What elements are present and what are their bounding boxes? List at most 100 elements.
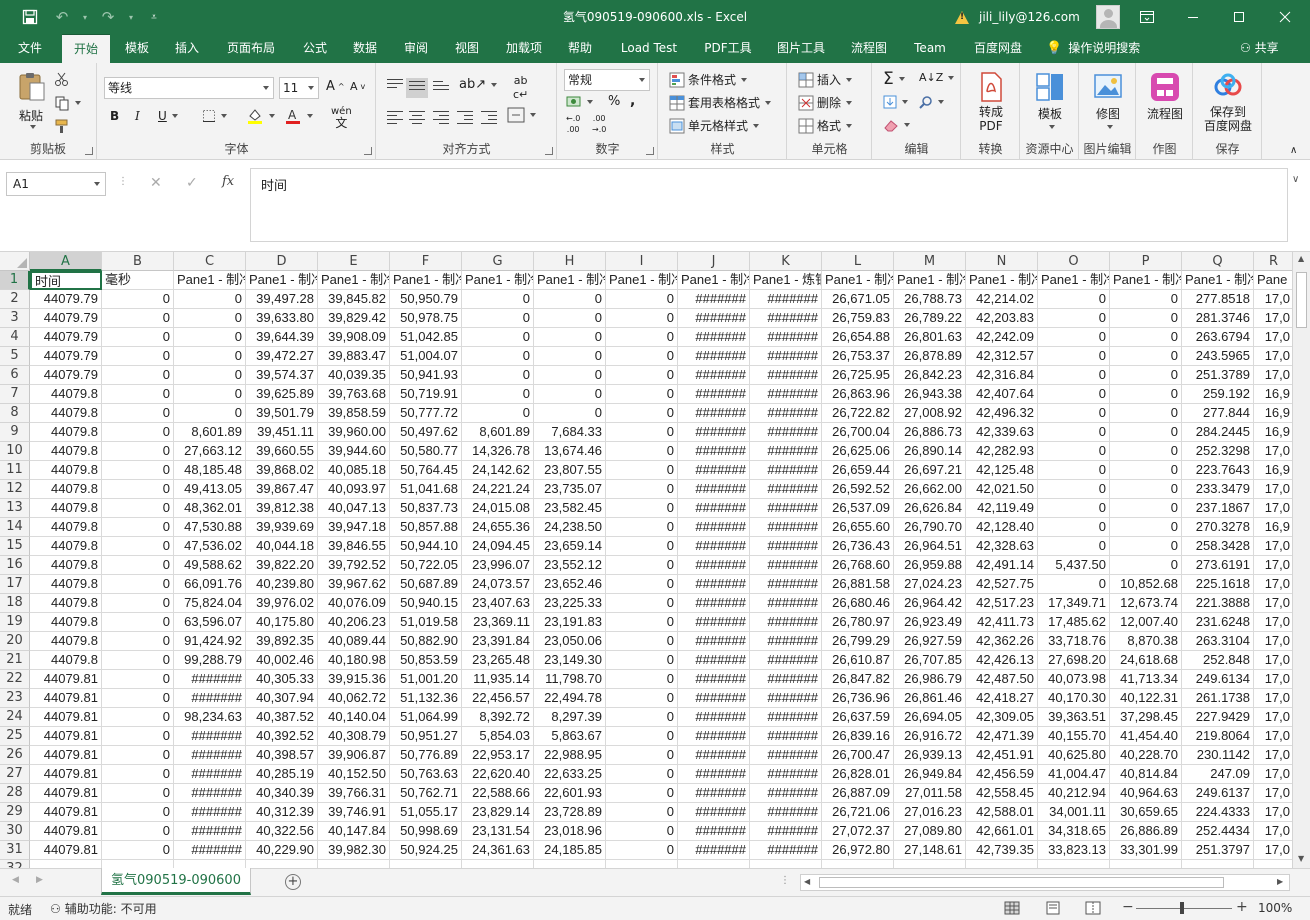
data-cell[interactable]: 24,142.62 [462, 461, 534, 480]
data-cell[interactable]: 0 [102, 537, 174, 556]
data-cell[interactable]: 42,426.13 [966, 651, 1038, 670]
maximize-icon[interactable] [1216, 0, 1262, 34]
row-header[interactable]: 31 [0, 841, 30, 860]
data-cell[interactable]: 26,725.95 [822, 366, 894, 385]
data-cell[interactable]: 42,021.50 [966, 480, 1038, 499]
data-cell[interactable]: 42,661.01 [966, 822, 1038, 841]
dialog-launcher-icon[interactable] [364, 147, 372, 155]
data-cell[interactable]: 0 [1110, 290, 1182, 309]
data-cell[interactable]: 16,9 [1254, 461, 1294, 480]
data-cell[interactable]: 44079.81 [30, 803, 102, 822]
data-cell[interactable]: 0 [102, 708, 174, 727]
data-cell[interactable] [966, 860, 1038, 868]
data-cell[interactable]: 0 [606, 309, 678, 328]
data-cell[interactable]: 23,149.30 [534, 651, 606, 670]
data-cell[interactable]: 40,625.80 [1038, 746, 1110, 765]
data-cell[interactable]: 50,950.79 [390, 290, 462, 309]
data-cell[interactable]: 50,719.91 [390, 385, 462, 404]
header-cell[interactable]: Pane1 - 制冷 [1110, 271, 1182, 290]
column-header[interactable]: M [894, 252, 966, 271]
data-cell[interactable]: 27,089.80 [894, 822, 966, 841]
name-box[interactable]: A1 [6, 172, 106, 196]
data-cell[interactable]: ####### [750, 556, 822, 575]
data-cell[interactable]: 23,728.89 [534, 803, 606, 822]
data-cell[interactable]: ####### [174, 689, 246, 708]
data-cell[interactable]: ####### [174, 765, 246, 784]
data-cell[interactable]: 0 [1038, 423, 1110, 442]
row-header[interactable]: 4 [0, 328, 30, 347]
data-cell[interactable]: 16,9 [1254, 423, 1294, 442]
data-cell[interactable]: ####### [750, 575, 822, 594]
data-cell[interactable]: 0 [1038, 518, 1110, 537]
data-cell[interactable]: 44079.8 [30, 575, 102, 594]
tab-flowchart[interactable]: 流程图 [843, 34, 895, 63]
data-cell[interactable]: 26,839.16 [822, 727, 894, 746]
data-cell[interactable]: 0 [102, 689, 174, 708]
data-cell[interactable]: 0 [606, 689, 678, 708]
paste-button[interactable]: 粘贴 [14, 71, 48, 135]
next-sheet-icon[interactable]: ▶ [36, 875, 43, 885]
header-cell[interactable]: Pane1 - 制冷 [1038, 271, 1110, 290]
data-cell[interactable]: 0 [606, 499, 678, 518]
data-cell[interactable]: 41,004.47 [1038, 765, 1110, 784]
data-cell[interactable]: 24,073.57 [462, 575, 534, 594]
data-cell[interactable]: 51,019.58 [390, 613, 462, 632]
wrap-text-icon[interactable]: ab c↵ [513, 75, 528, 100]
data-cell[interactable]: 40,039.35 [318, 366, 390, 385]
data-cell[interactable]: ####### [678, 537, 750, 556]
data-cell[interactable]: 66,091.76 [174, 575, 246, 594]
data-cell[interactable]: ####### [678, 841, 750, 860]
data-cell[interactable] [462, 860, 534, 868]
data-cell[interactable]: ####### [678, 670, 750, 689]
format-cells-button[interactable]: 格式 [798, 117, 853, 134]
column-header[interactable]: Q [1182, 252, 1254, 271]
data-cell[interactable]: 247.09 [1182, 765, 1254, 784]
align-right-icon[interactable] [433, 111, 449, 125]
data-cell[interactable]: 42,203.83 [966, 309, 1038, 328]
data-cell[interactable]: 0 [1038, 442, 1110, 461]
data-cell[interactable]: 26,592.52 [822, 480, 894, 499]
data-cell[interactable]: ####### [678, 746, 750, 765]
vertical-scroll-thumb[interactable] [1296, 272, 1307, 328]
tab-team[interactable]: Team [906, 34, 954, 63]
data-cell[interactable] [174, 860, 246, 868]
data-cell[interactable]: 40,228.70 [1110, 746, 1182, 765]
redo-dropdown-icon[interactable]: ▾ [124, 0, 138, 34]
row-header[interactable]: 22 [0, 670, 30, 689]
data-cell[interactable]: 24,094.45 [462, 537, 534, 556]
page-layout-view-icon[interactable] [1045, 901, 1061, 915]
data-cell[interactable]: 51,001.20 [390, 670, 462, 689]
data-cell[interactable]: 39,915.36 [318, 670, 390, 689]
data-cell[interactable]: 0 [1038, 385, 1110, 404]
data-cell[interactable]: 44079.81 [30, 689, 102, 708]
data-cell[interactable]: 0 [102, 290, 174, 309]
column-header[interactable]: G [462, 252, 534, 271]
data-cell[interactable]: 252.4434 [1182, 822, 1254, 841]
data-cell[interactable]: 39,660.55 [246, 442, 318, 461]
data-cell[interactable]: 39,633.80 [246, 309, 318, 328]
tab-page-layout[interactable]: 页面布局 [218, 34, 284, 63]
templates-button[interactable]: 模板 [1021, 69, 1079, 137]
data-cell[interactable]: 0 [606, 556, 678, 575]
data-cell[interactable]: 50,497.62 [390, 423, 462, 442]
data-cell[interactable]: 225.1618 [1182, 575, 1254, 594]
data-cell[interactable]: 0 [102, 347, 174, 366]
data-cell[interactable]: 44079.8 [30, 423, 102, 442]
data-cell[interactable]: 50,687.89 [390, 575, 462, 594]
data-cell[interactable]: 42,128.40 [966, 518, 1038, 537]
data-cell[interactable]: 0 [1110, 366, 1182, 385]
data-cell[interactable]: 17,0 [1254, 670, 1294, 689]
data-cell[interactable]: 26,625.06 [822, 442, 894, 461]
data-cell[interactable]: ####### [750, 727, 822, 746]
data-cell[interactable]: 26,659.44 [822, 461, 894, 480]
data-cell[interactable]: 0 [1038, 404, 1110, 423]
data-cell[interactable]: 230.1142 [1182, 746, 1254, 765]
data-cell[interactable]: 39,883.47 [318, 347, 390, 366]
data-cell[interactable]: 50,857.88 [390, 518, 462, 537]
data-cell[interactable]: 0 [1038, 366, 1110, 385]
data-cell[interactable]: 22,953.17 [462, 746, 534, 765]
data-cell[interactable]: 26,637.59 [822, 708, 894, 727]
data-cell[interactable]: 11,798.70 [534, 670, 606, 689]
data-cell[interactable]: 39,812.38 [246, 499, 318, 518]
borders-icon[interactable] [202, 109, 227, 123]
